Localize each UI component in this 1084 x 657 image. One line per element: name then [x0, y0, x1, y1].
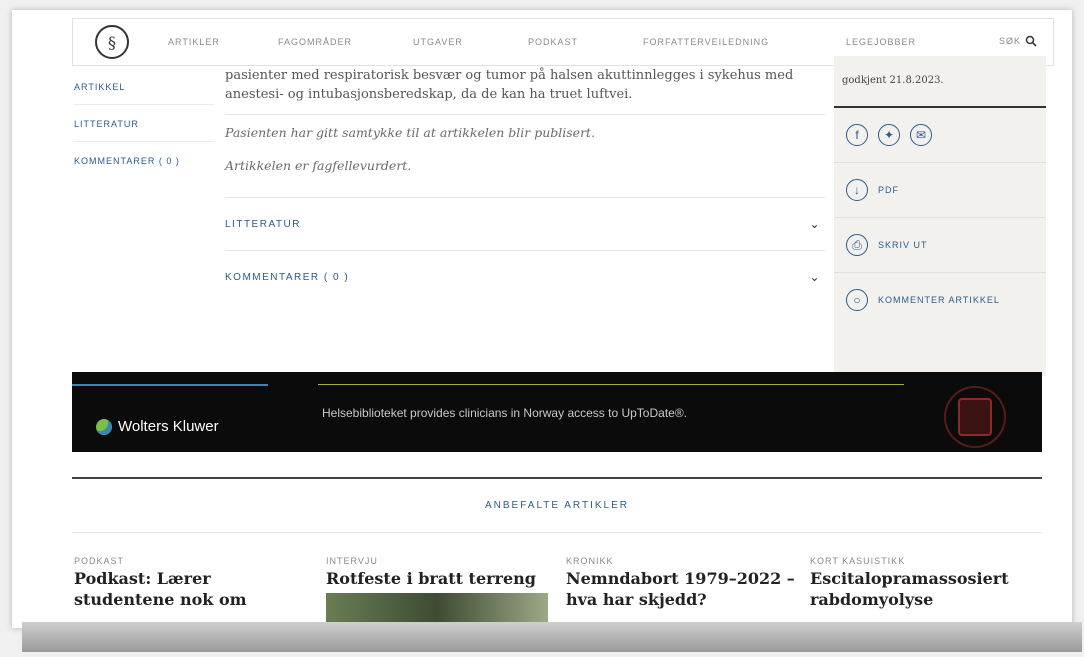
sidenav-item-litteratur[interactable]: LITTERATUR: [74, 105, 214, 142]
page: § ARTIKLER FAGOMRÅDER UTGAVER PODKAST FO…: [12, 10, 1072, 628]
nav-item-fagomrader[interactable]: FAGOMRÅDER: [278, 37, 352, 47]
banner-accent-line: [318, 384, 904, 385]
search-button[interactable]: SØK: [999, 35, 1037, 47]
logo-icon[interactable]: §: [95, 25, 129, 59]
accordion-label: LITTERATUR: [225, 218, 301, 230]
recommended-card[interactable]: INTERVJU Rotfeste i bratt terreng: [326, 556, 556, 623]
chevron-down-icon: ⌄: [809, 270, 821, 284]
banner-brand-text: Wolters Kluwer: [118, 418, 219, 435]
article-intro-text: pasienter med respiratorisk besvær og tu…: [225, 68, 794, 102]
accordion-litteratur[interactable]: LITTERATUR ⌄: [225, 197, 825, 250]
print-icon: ⎙: [846, 234, 868, 256]
comment-label: KOMMENTER ARTIKKEL: [878, 295, 1000, 305]
approval-note: godkjent 21.8.2023.: [834, 56, 1046, 108]
wolters-kluwer-logo-icon: [96, 418, 112, 435]
nav-item-forfatterveiledning[interactable]: FORFATTERVEILEDNING: [643, 37, 769, 47]
pdf-button[interactable]: ↓ PDF: [834, 163, 1046, 218]
chevron-down-icon: ⌄: [809, 217, 821, 231]
divider: [72, 477, 1042, 479]
share-row: f ✦ ✉: [834, 108, 1046, 163]
divider: [72, 532, 1042, 533]
peer-review-note: Artikkelen er fagfellevurdert.: [225, 158, 412, 173]
sidenav-item-kommentarer[interactable]: KOMMENTARER ( 0 ): [74, 142, 214, 178]
window-bottom-edge: [22, 622, 1082, 652]
article-body: pasienter med respiratorisk besvær og tu…: [225, 66, 825, 303]
nav-item-legejobber[interactable]: LEGEJOBBER: [846, 37, 916, 47]
comment-button[interactable]: ○ KOMMENTER ARTIKKEL: [834, 273, 1046, 327]
banner-message: Helsebiblioteket provides clinicians in …: [322, 406, 688, 420]
twitter-icon[interactable]: ✦: [878, 124, 900, 146]
article-tools-sidebar: godkjent 21.8.2023. f ✦ ✉ ↓ PDF ⎙ SKRIV …: [834, 56, 1046, 376]
card-kicker: KRONIKK: [566, 556, 614, 566]
pdf-label: PDF: [878, 185, 899, 195]
advert-banner[interactable]: Wolters Kluwer Helsebiblioteket provides…: [72, 372, 1042, 452]
nav-item-utgaver[interactable]: UTGAVER: [413, 37, 463, 47]
card-image[interactable]: [326, 593, 548, 623]
recommended-card[interactable]: KORT KASUISTIKK Escitalopramassosiert ra…: [810, 556, 1040, 610]
recommended-card[interactable]: KRONIKK Nemndabort 1979–2022 – hva har s…: [566, 556, 796, 610]
divider: [225, 114, 825, 115]
email-icon[interactable]: ✉: [910, 124, 932, 146]
nav-item-artikler[interactable]: ARTIKLER: [168, 37, 220, 47]
sidenav-item-artikkel[interactable]: ARTIKKEL: [74, 68, 214, 105]
accordion-kommentarer[interactable]: KOMMENTARER ( 0 ) ⌄: [225, 250, 825, 303]
card-title[interactable]: Nemndabort 1979–2022 – hva har skjedd?: [566, 568, 796, 610]
consent-note: Pasienten har gitt samtykke til at artik…: [225, 125, 596, 140]
card-kicker: INTERVJU: [326, 556, 378, 566]
banner-accent-line: [72, 384, 268, 386]
search-icon: [1025, 35, 1037, 47]
banner-brand: Wolters Kluwer: [96, 418, 219, 435]
print-label: SKRIV UT: [878, 240, 928, 250]
accordion-label: KOMMENTARER ( 0 ): [225, 271, 350, 283]
comment-icon: ○: [846, 289, 868, 311]
card-title[interactable]: Escitalopramassosiert rabdomyolyse: [810, 568, 1040, 610]
search-label: SØK: [998, 36, 1021, 46]
print-button[interactable]: ⎙ SKRIV UT: [834, 218, 1046, 273]
card-kicker: KORT KASUISTIKK: [810, 556, 906, 566]
article-sidenav: ARTIKKEL LITTERATUR KOMMENTARER ( 0 ): [74, 68, 214, 178]
card-title[interactable]: Rotfeste i bratt terreng: [326, 568, 556, 589]
recommended-card[interactable]: PODKAST Podkast: Lærer studentene nok om: [74, 556, 304, 610]
download-icon: ↓: [846, 179, 868, 201]
uptodate-device-icon: [944, 386, 1006, 448]
card-kicker: PODKAST: [74, 556, 125, 566]
nav-item-podkast[interactable]: PODKAST: [528, 37, 578, 47]
recommended-heading: ANBEFALTE ARTIKLER: [484, 500, 629, 511]
card-title[interactable]: Podkast: Lærer studentene nok om: [74, 568, 304, 610]
facebook-icon[interactable]: f: [846, 124, 868, 146]
